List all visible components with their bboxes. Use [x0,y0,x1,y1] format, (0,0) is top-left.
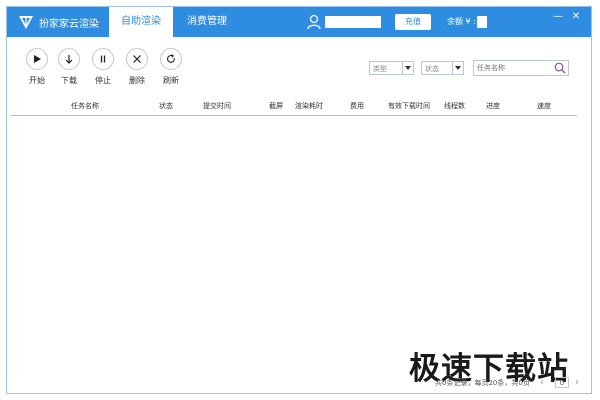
column-header[interactable]: 提交时间 [203,101,231,111]
balance-value [477,16,487,28]
status-select[interactable]: 状态 [421,61,464,75]
download-icon [58,48,80,70]
search-input[interactable] [477,62,549,74]
search-icon[interactable] [554,62,566,74]
chevron-down-icon [402,62,413,74]
pause-icon [92,48,114,70]
title-bar: 扮家家云渲染 自助渲染 消费管理 充值 余额 ¥ : — ✕ [7,7,591,37]
column-header[interactable]: 费用 [350,101,364,111]
app-window: 扮家家云渲染 自助渲染 消费管理 充值 余额 ¥ : — ✕ 开始 下载 停止 … [6,6,592,394]
tab-consumption-label: 消费管理 [187,16,227,27]
column-header[interactable]: 截屏 [269,101,283,111]
column-header[interactable]: 状态 [159,101,173,111]
close-x-icon [126,48,148,70]
column-header[interactable]: 渲染耗时 [295,101,323,111]
user-icon[interactable] [307,14,321,30]
balance-label: 余额 ¥ : [447,17,476,26]
chevron-left-icon[interactable]: ‹ [540,377,544,388]
column-header[interactable]: 任务名称 [71,101,99,111]
column-header[interactable]: 有效下载时间 [388,101,430,111]
app-logo-icon [19,16,33,29]
app-title: 扮家家云渲染 [39,19,99,30]
refresh-label: 刷新 [163,76,179,85]
type-select-value: 类型 [373,65,387,73]
column-header[interactable]: 速度 [537,101,551,111]
play-icon [26,48,48,70]
minimize-icon[interactable]: — [551,10,565,24]
chevron-down-icon [452,62,463,74]
refresh-icon [160,48,182,70]
username-display [325,16,381,28]
column-header[interactable]: 进度 [486,101,500,111]
column-header[interactable]: 线程数 [444,101,465,111]
type-select[interactable]: 类型 [369,61,414,75]
tab-self-render-label: 自助渲染 [121,16,161,27]
recharge-button[interactable]: 充值 [395,14,431,30]
task-table-header: 任务名称 状态 提交时间 截屏 渲染耗时 费用 有效下载时间 线程数 进度 速度 [11,96,577,116]
search-box [473,60,569,76]
chevron-right-icon[interactable]: › [575,377,579,388]
pagination-summary: 共0条记录，每页20条，共0页 [435,379,530,387]
close-icon[interactable]: ✕ [569,10,583,24]
refresh-button[interactable]: 刷新 [151,48,191,86]
tab-self-render[interactable]: 自助渲染 [109,7,173,37]
tab-consumption[interactable]: 消费管理 [175,7,247,37]
status-select-value: 状态 [425,65,439,73]
page-number-input[interactable]: 0 [555,377,569,388]
